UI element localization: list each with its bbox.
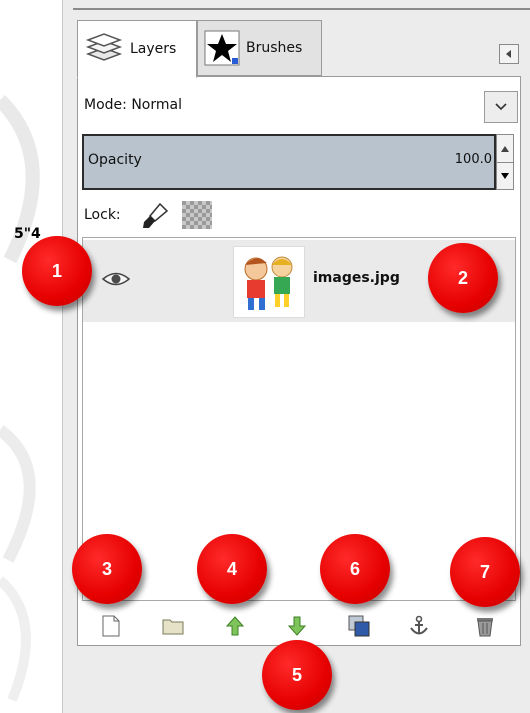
lock-label: Lock: — [84, 207, 121, 223]
tab-menu-button[interactable] — [499, 44, 519, 64]
callout-marker-6: 6 — [320, 534, 390, 604]
tab-brushes-label: Brushes — [246, 40, 303, 56]
mode-value: Normal — [131, 97, 182, 113]
lower-layer-icon[interactable] — [285, 614, 309, 638]
tab-menu-icon — [506, 50, 511, 58]
duplicate-layer-icon[interactable] — [347, 614, 371, 638]
delete-layer-trash-icon[interactable] — [473, 614, 497, 638]
panel-top-border — [73, 8, 530, 10]
tab-layers[interactable]: Layers — [77, 20, 197, 78]
callout-marker-7: 7 — [450, 537, 520, 607]
layers-dock-panel: Layers Brushes Mode: Normal Opacity 100.… — [62, 0, 530, 713]
tab-brushes[interactable]: Brushes — [197, 20, 322, 76]
opacity-increase-button[interactable] — [497, 135, 513, 163]
mode-row: Mode: Normal — [84, 97, 182, 113]
opacity-decrease-button[interactable] — [497, 162, 513, 189]
eye-icon[interactable] — [101, 270, 131, 292]
mode-label: Mode: — [84, 97, 127, 113]
callout-marker-4: 4 — [197, 534, 267, 604]
layers-icon — [84, 32, 124, 66]
lock-pixels-brush-icon[interactable] — [140, 201, 170, 235]
tab-layers-label: Layers — [130, 41, 177, 57]
background-swirl-decoration — [0, 95, 40, 702]
new-layer-group-icon[interactable] — [161, 614, 185, 638]
anchor-layer-icon[interactable] — [407, 614, 431, 638]
opacity-value: 100.0 — [454, 152, 492, 167]
mode-dropdown-button[interactable] — [484, 91, 518, 123]
arrow-up-icon — [501, 145, 509, 152]
opacity-spin-buttons[interactable] — [496, 134, 514, 190]
clipped-side-text: 5"4 — [14, 226, 41, 242]
layer-name: images.jpg — [313, 270, 400, 286]
callout-marker-2: 2 — [428, 243, 498, 313]
new-layer-icon[interactable] — [99, 614, 123, 638]
brushes-icon — [204, 30, 240, 66]
callout-marker-5: 5 — [262, 640, 332, 710]
opacity-slider[interactable]: Opacity 100.0 — [82, 134, 496, 190]
lock-alpha-checker-icon[interactable] — [182, 201, 212, 229]
opacity-label: Opacity — [88, 152, 142, 168]
layer-thumbnail — [233, 246, 305, 318]
raise-layer-icon[interactable] — [223, 614, 247, 638]
chevron-down-icon — [495, 103, 507, 111]
callout-marker-1: 1 — [22, 236, 92, 306]
callout-marker-3: 3 — [72, 534, 142, 604]
arrow-down-icon — [501, 172, 509, 179]
